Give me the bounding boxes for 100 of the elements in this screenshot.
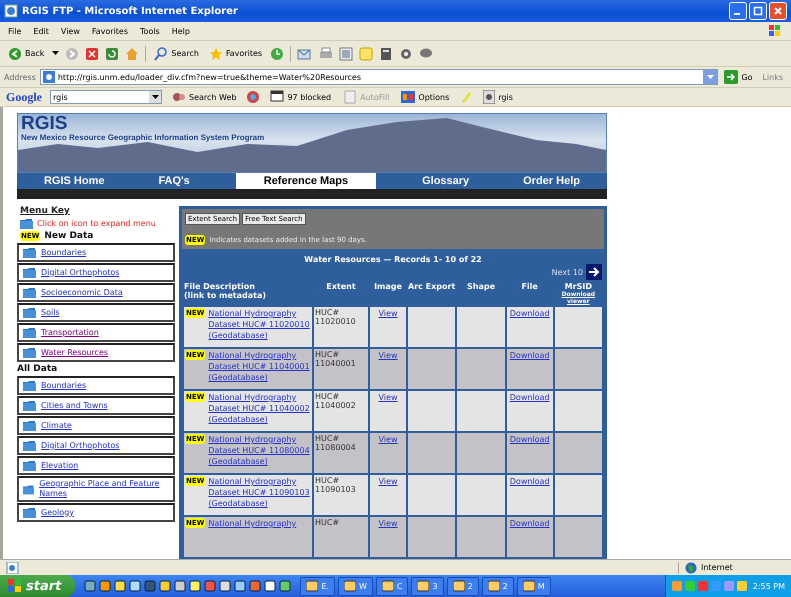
menu-item[interactable]: Help [172,26,190,36]
go-button[interactable]: Go [722,69,754,85]
start-button[interactable]: start [0,575,76,597]
dataset-link[interactable]: National Hydrography Dataset HUC# 11090103 (Geodatabase) [208,476,311,509]
menu-list-item[interactable]: Climate [17,416,175,435]
dataset-link[interactable]: National Hydrography [208,518,296,529]
folder-icon[interactable] [23,400,36,411]
folder-icon[interactable] [23,440,36,451]
folder-icon[interactable] [23,420,36,431]
google-logo[interactable]: Google [6,90,42,104]
download-link[interactable]: Download [510,393,550,402]
folder-icon[interactable] [23,380,36,391]
quick-launch-icon[interactable] [114,580,126,592]
app-icon[interactable] [382,580,394,592]
star-icon[interactable] [208,46,223,60]
nav-tab[interactable]: Reference Maps [236,173,376,189]
menu-item[interactable]: Tools [140,26,160,36]
windows-logo-icon[interactable] [8,579,22,593]
folder-icon[interactable] [23,484,34,494]
folder-icon[interactable] [23,507,36,518]
app-icon[interactable] [417,580,430,592]
menu-list-item[interactable]: Elevation [17,456,175,475]
taskbar-button[interactable]: C [376,576,408,596]
search-icon[interactable] [154,46,168,60]
menu-list-item[interactable]: Geographic Place and Feature Names [17,476,175,502]
view-link[interactable]: View [378,477,398,486]
category-link[interactable]: Elevation [41,460,78,470]
menu-item[interactable]: File [8,26,22,36]
history-icon[interactable] [270,46,284,60]
category-link[interactable]: Climate [41,420,72,430]
quick-launch-icon[interactable] [219,580,232,592]
folder-icon[interactable] [23,267,36,278]
menu-list-item[interactable]: Cities and Towns [17,396,175,415]
category-link[interactable]: Digital Orthophotos [41,268,120,278]
taskbar-button[interactable]: 2 [482,576,514,596]
folder-icon[interactable] [23,287,36,298]
toolbar-search-field[interactable]: rgis [50,90,162,104]
address-dropdown-button[interactable] [703,70,718,84]
folder-icon[interactable] [23,247,36,258]
category-link[interactable]: Geographic Place and Feature Names [39,479,169,499]
minimize-button[interactable] [729,2,747,20]
nav-tab[interactable]: Order Help [515,173,588,189]
links-button[interactable]: Links [762,72,783,82]
download-link[interactable]: Download [510,435,550,444]
favorites-button[interactable]: Favorites [206,46,264,62]
menu-list-item[interactable]: Soils [17,303,175,322]
download-link[interactable]: Download [510,519,550,528]
category-link[interactable]: Geology [41,508,74,518]
app-icon[interactable] [522,580,535,592]
refresh-icon[interactable] [105,46,120,60]
window-icon[interactable] [270,90,284,104]
menu-list-item[interactable]: Water Resources [17,343,175,362]
quick-launch-icon[interactable] [234,580,246,592]
folder-icon[interactable] [23,307,36,318]
taskbar-button[interactable]: M [516,576,551,596]
dataset-link[interactable]: National Hydrography Dataset HUC# 11020010 (Geodatabase) [208,308,311,341]
nav-tab[interactable]: Glossary [414,173,478,189]
taskbar-button[interactable]: W [338,576,373,596]
app-icon[interactable] [452,580,465,592]
menu-list-item[interactable]: Transportation [17,323,175,342]
category-link[interactable]: Water Resources [41,348,108,358]
next-page-link[interactable]: Next 10 [552,268,583,276]
document-icon[interactable] [379,46,394,60]
stop-icon[interactable] [85,46,100,60]
quick-launch-icon[interactable] [174,580,186,592]
menu-list-item[interactable]: Digital Orthophotos [17,263,175,282]
quick-launch-icon[interactable] [279,580,292,592]
menu-list-item[interactable]: Boundaries [17,376,175,395]
taskbar-button[interactable]: 3 [411,576,444,596]
search-button[interactable]: Search [152,46,201,62]
view-link[interactable]: View [378,435,398,444]
category-link[interactable]: Digital Orthophotos [41,440,120,450]
download-link[interactable]: Download [510,351,550,360]
taskbar-button[interactable]: 2 [446,576,479,596]
download-link[interactable]: Download [510,477,550,486]
category-link[interactable]: Transportation [41,328,99,338]
app-icon[interactable] [488,580,500,592]
quick-launch-icon[interactable] [264,580,276,592]
category-link[interactable]: Boundaries [41,248,86,258]
taskbar-button[interactable]: E. [300,576,335,596]
dataset-link[interactable]: National Hydrography Dataset HUC# 11040002 (Geodatabase) [208,392,311,425]
search-web-button[interactable]: Search Web [170,89,238,105]
bookmark-button[interactable]: rgis [481,89,515,105]
go-arrow-icon[interactable] [724,70,738,84]
category-link[interactable]: Socioeconomic Data [41,288,123,298]
menu-list-item[interactable]: Geology [17,503,175,522]
close-button[interactable] [769,2,787,20]
next-arrow-icon[interactable] [586,264,602,280]
quick-launch-icon[interactable] [129,580,142,592]
menu-item[interactable]: View [60,26,80,36]
menu-list-item[interactable]: Socioeconomic Data [17,283,175,302]
nav-tab[interactable]: FAQ's [150,173,198,189]
address-field[interactable]: http://rgis.unm.edu/loader_div.cfm?new=true&theme=Water%20Resources [40,69,718,85]
search-dropdown-button[interactable] [149,91,161,103]
nav-tab[interactable]: RGIS Home [36,173,112,189]
menu-list-item[interactable]: Boundaries [17,243,175,262]
mail-icon[interactable] [297,46,314,60]
download-link[interactable]: Download [510,309,550,318]
folder-icon[interactable] [23,327,36,338]
category-link[interactable]: Boundaries [41,380,86,390]
